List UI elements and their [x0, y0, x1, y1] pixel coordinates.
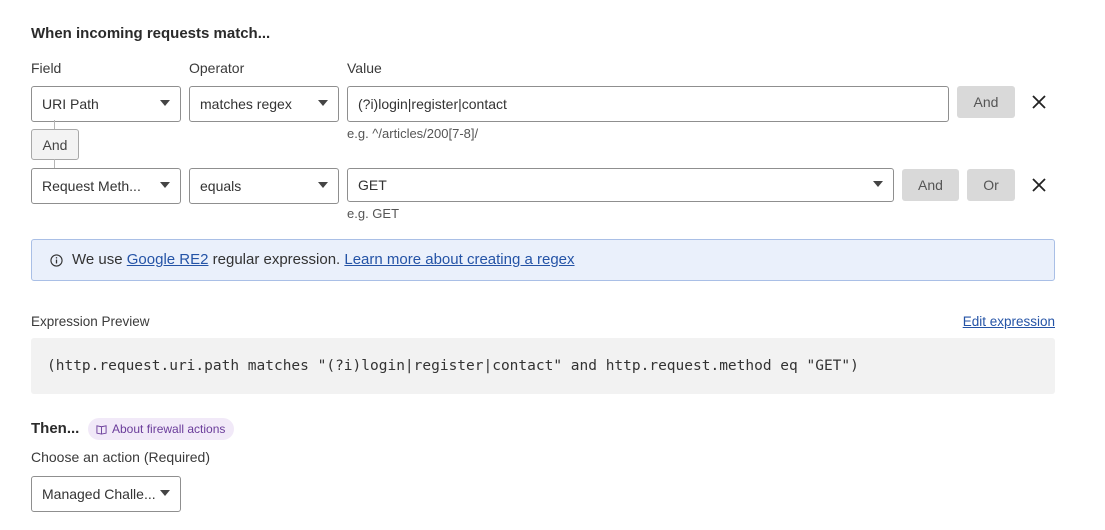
and-button-row2[interactable]: And [902, 169, 959, 201]
or-button-row2[interactable]: Or [967, 169, 1015, 201]
operator-select-row2[interactable]: equals [189, 168, 339, 204]
expression-preview-label: Expression Preview [31, 314, 150, 329]
action-label: Choose an action (Required) [31, 449, 210, 465]
chevron-down-icon [318, 100, 328, 106]
google-re2-link[interactable]: Google RE2 [127, 251, 209, 268]
value-select-row2[interactable]: GET [347, 168, 894, 202]
value-select-row2-value: GET [358, 177, 387, 193]
operator-select-row1[interactable]: matches regex [189, 86, 339, 122]
then-title: Then... [31, 420, 80, 437]
field-select-row2[interactable]: Request Meth... [31, 168, 181, 204]
about-firewall-actions-text: About firewall actions [112, 422, 226, 436]
chevron-down-icon [318, 182, 328, 188]
field-select-row1[interactable]: URI Path [31, 86, 181, 122]
value-hint-row1: e.g. ^/articles/200[7-8]/ [347, 126, 479, 141]
operator-column-label: Operator [189, 60, 245, 76]
value-input-row1[interactable]: (?i)login|register|contact [347, 86, 949, 122]
chevron-down-icon [873, 181, 883, 187]
value-input-row1-text: (?i)login|register|contact [358, 96, 507, 112]
section-title: When incoming requests match... [31, 25, 271, 42]
close-icon[interactable] [1031, 94, 1047, 110]
action-select-value: Managed Challe... [42, 486, 156, 502]
and-connector-chip: And [31, 129, 79, 160]
expression-preview-text: (http.request.uri.path matches "(?i)logi… [47, 358, 859, 374]
operator-select-row2-value: equals [200, 178, 242, 194]
about-firewall-actions-link[interactable]: About firewall actions [88, 418, 235, 440]
field-column-label: Field [31, 60, 62, 76]
info-prefix: We use [72, 251, 127, 268]
field-select-row2-value: Request Meth... [42, 178, 141, 194]
value-column-label: Value [347, 60, 382, 76]
edit-expression-link[interactable]: Edit expression [963, 314, 1055, 329]
info-middle: regular expression. [208, 251, 345, 268]
book-icon [96, 425, 107, 435]
learn-regex-link[interactable]: Learn more about creating a regex [344, 251, 574, 268]
action-select[interactable]: Managed Challe... [31, 476, 181, 512]
chevron-down-icon [160, 182, 170, 188]
regex-info-banner: We use Google RE2 regular expression. Le… [31, 239, 1055, 281]
chevron-down-icon [160, 490, 170, 496]
operator-select-row1-value: matches regex [200, 96, 292, 112]
field-select-row1-value: URI Path [42, 96, 99, 112]
value-hint-row2: e.g. GET [347, 206, 400, 221]
close-icon[interactable] [1031, 177, 1047, 193]
chevron-down-icon [160, 100, 170, 106]
expression-preview-box: (http.request.uri.path matches "(?i)logi… [31, 338, 1055, 394]
info-icon [50, 254, 63, 267]
and-button-row1[interactable]: And [957, 86, 1015, 118]
